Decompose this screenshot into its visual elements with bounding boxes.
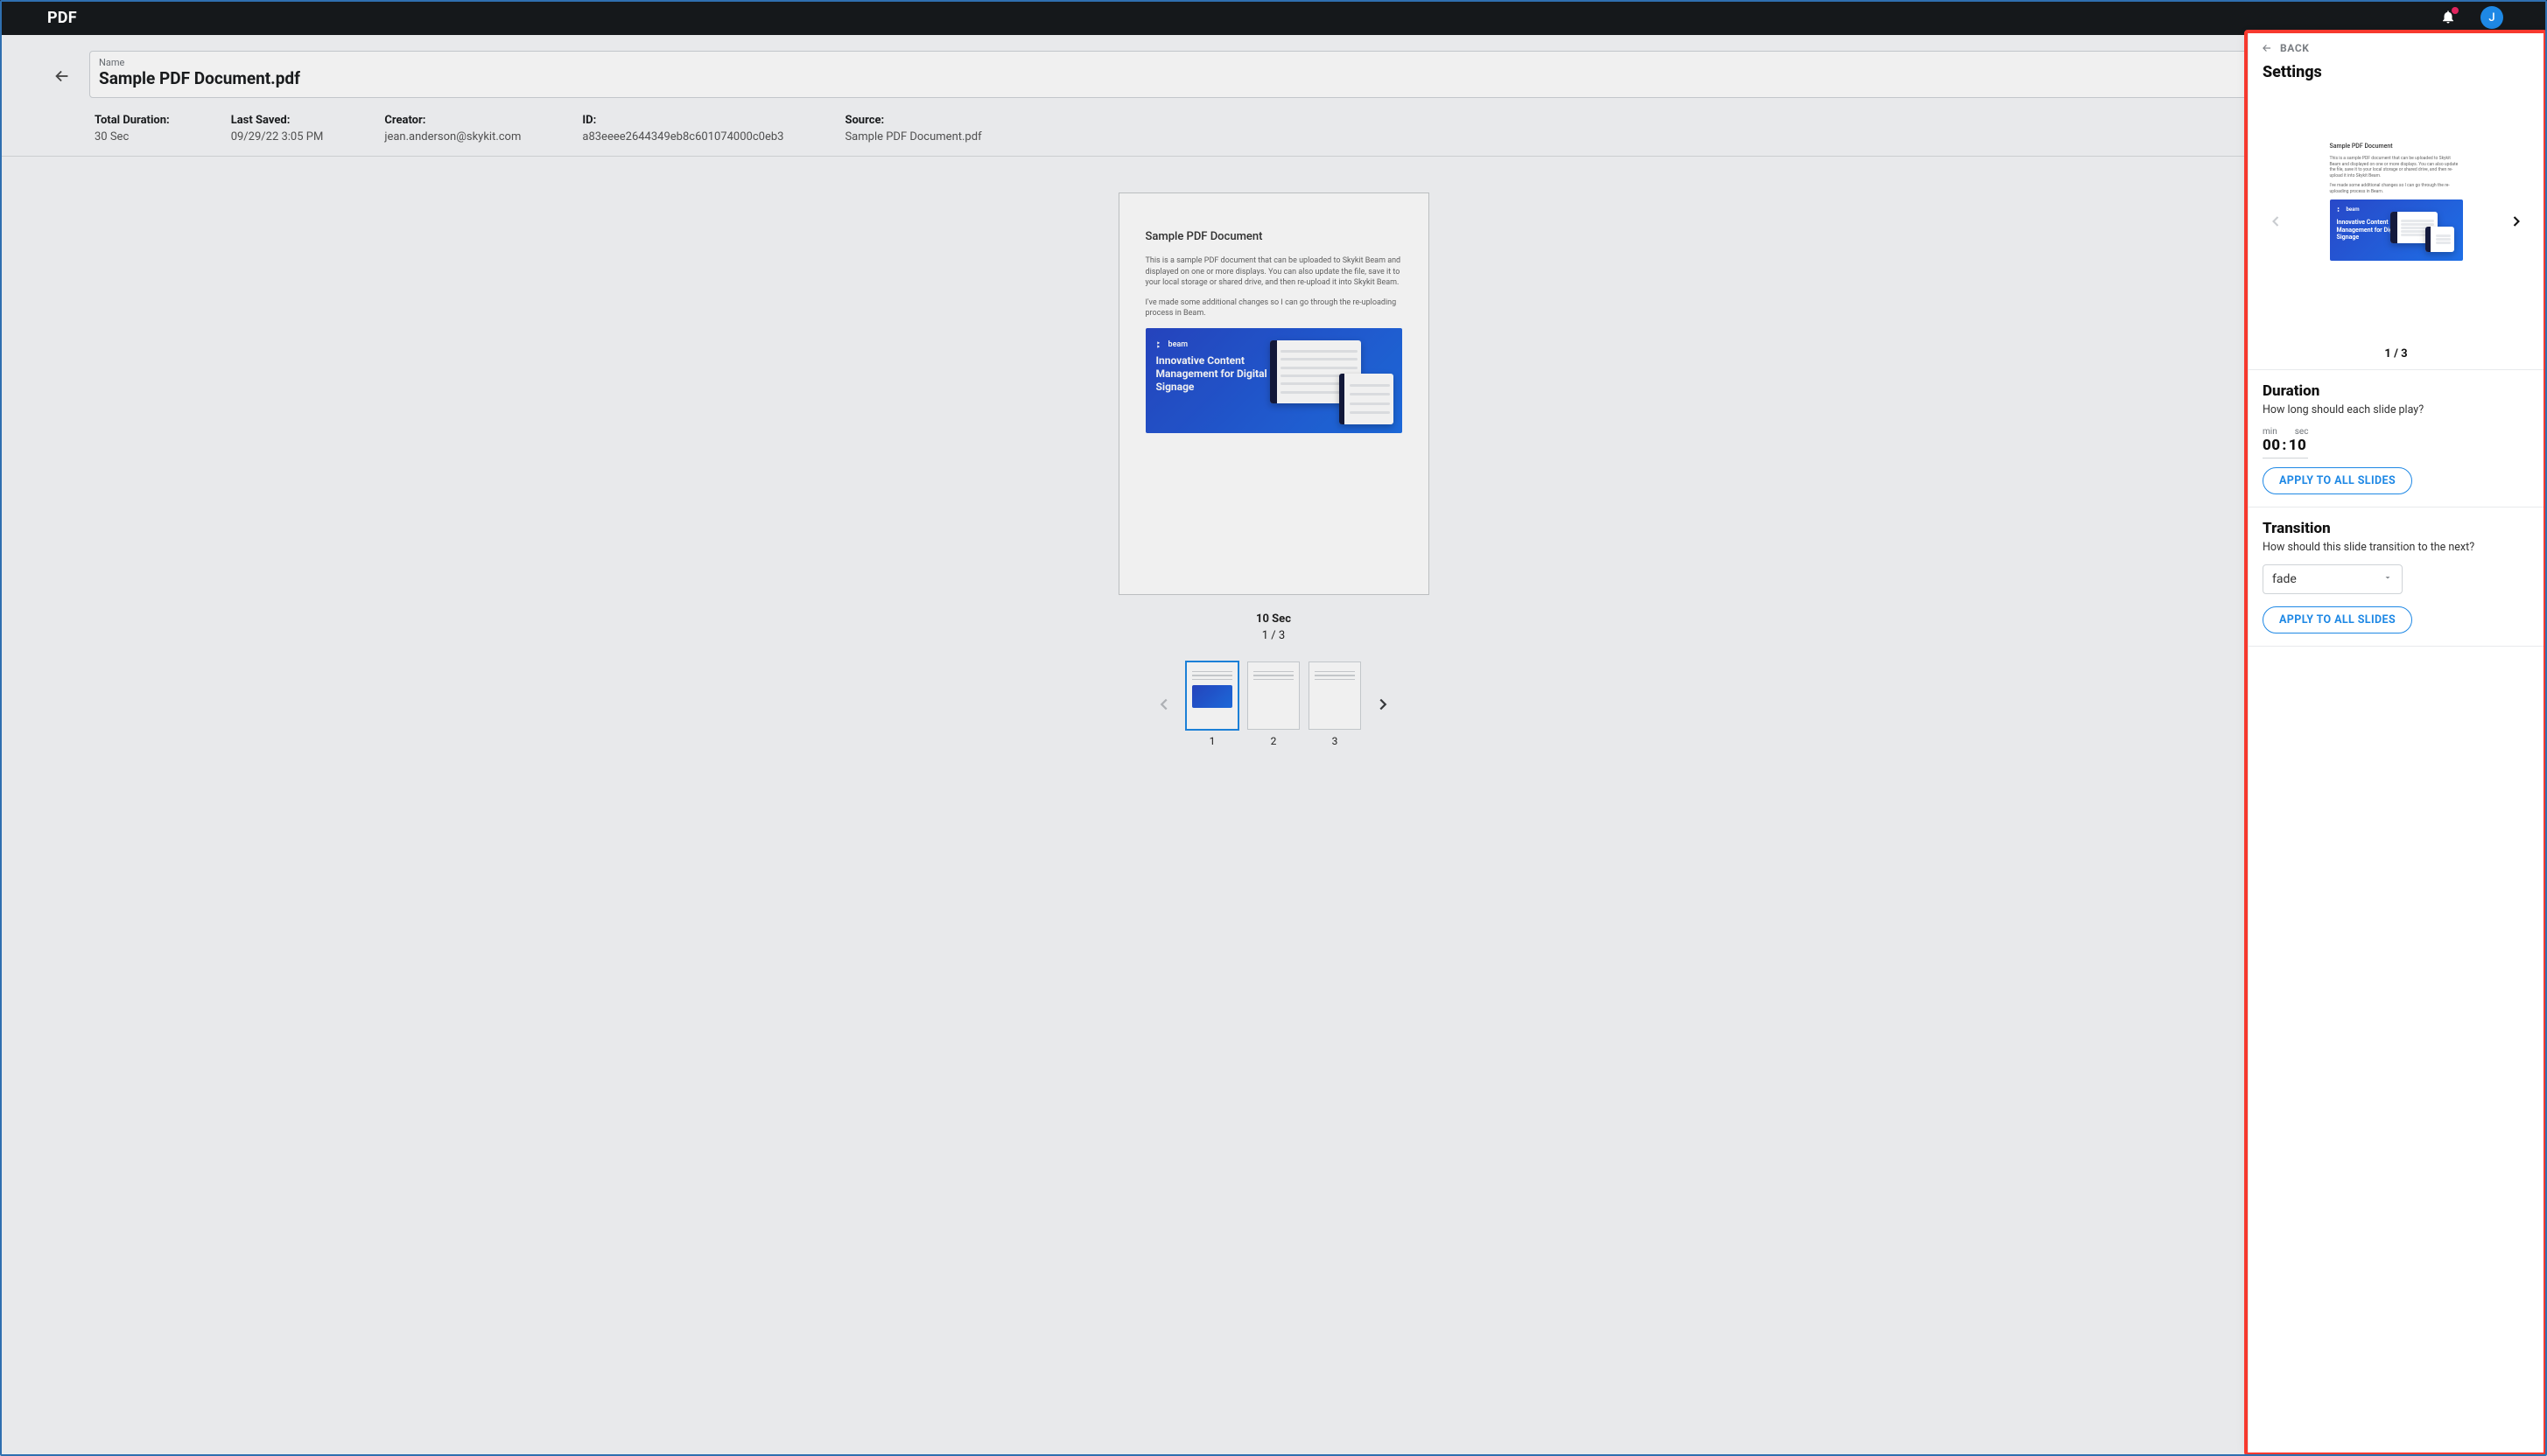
chevron-right-icon [2508,213,2525,230]
thumb-index: 2 [1271,735,1277,747]
app-title: PDF [47,9,77,27]
preview-stage: Sample PDF Document This is a sample PDF… [0,166,2547,1456]
topbar: PDF J [0,0,2547,35]
meta-label: Last Saved: [231,114,324,127]
doc-title: Sample PDF Document [2330,143,2463,150]
duration-sub: How long should each slide play? [2263,403,2529,416]
panel-back-label: BACK [2280,42,2310,54]
sec-label: sec [2295,427,2309,437]
name-value: Sample PDF Document.pdf [99,68,2485,88]
meta-source: Source: Sample PDF Document.pdf [845,114,981,144]
meta-label: ID: [582,114,783,127]
chevron-left-icon [2267,213,2284,230]
panel-title: Settings [2249,58,2543,92]
thumb-2[interactable]: 2 [1247,662,1300,747]
promo-brand-text: beam [1168,340,1189,349]
meta-creator: Creator: jean.anderson@skykit.com [384,114,521,144]
main-area: Name Sample PDF Document.pdf Total Durat… [0,35,2547,1456]
transition-select[interactable]: fade [2263,564,2403,594]
meta-value: jean.anderson@skykit.com [384,130,521,144]
meta-value: 09/29/22 3:05 PM [231,130,324,144]
arrow-left-icon [2261,42,2273,54]
notifications-button[interactable] [2440,9,2458,26]
min-label: min [2263,427,2277,437]
meta-total-duration: Total Duration: 30 Sec [95,114,170,144]
panel-preview-index: 1 / 3 [2249,347,2543,360]
duration-heading: Duration [2263,382,2529,400]
brand-icon [1156,340,1165,349]
promo-banner: beam Innovative Content Management for D… [1146,328,1402,433]
thumb-3[interactable]: 3 [1309,662,1361,747]
promo-brand-text: beam [2347,206,2360,214]
header-area: Name Sample PDF Document.pdf [0,35,2547,98]
transition-apply-all-button[interactable]: APPLY TO ALL SLIDES [2263,606,2412,634]
meta-row: Total Duration: 30 Sec Last Saved: 09/29… [0,98,2547,157]
promo-mock-icon [1270,337,1393,424]
meta-value: Sample PDF Document.pdf [845,130,981,144]
transition-section: Transition How should this slide transit… [2249,508,2543,647]
transition-value: fade [2272,572,2297,586]
meta-label: Total Duration: [95,114,170,127]
doc-paragraph: I've made some additional changes so I c… [2330,183,2463,194]
name-label: Name [99,57,2485,68]
preview-next-button[interactable] [2503,208,2529,234]
meta-last-saved: Last Saved: 09/29/22 3:05 PM [231,114,324,144]
user-avatar[interactable]: J [2480,6,2503,29]
promo-banner: beam Innovative Content Management for D… [2330,200,2463,261]
doc-paragraph: I've made some additional changes so I c… [1146,298,1402,319]
chevron-left-icon [1154,695,1174,714]
brand-icon [2337,206,2343,213]
page-preview: Sample PDF Document This is a sample PDF… [1119,192,1429,595]
meta-label: Creator: [384,114,521,127]
thumb-index: 3 [1332,735,1338,747]
promo-headline: Innovative Content Management for Digita… [1156,354,1286,394]
page-duration-caption: 10 Sec [1256,612,1291,626]
thumb-prev-button[interactable] [1151,691,1177,718]
duration-section: Duration How long should each slide play… [2249,370,2543,508]
panel-back-button[interactable]: BACK [2249,33,2543,58]
panel-preview-section: Sample PDF Document This is a sample PDF… [2249,92,2543,370]
arrow-left-icon [53,66,72,86]
meta-value: 30 Sec [95,130,170,144]
panel-page-preview: Sample PDF Document This is a sample PDF… [2321,129,2472,279]
duration-apply-all-button[interactable]: APPLY TO ALL SLIDES [2263,467,2412,494]
chevron-right-icon [1373,695,1393,714]
meta-id: ID: a83eeee2644349eb8c601074000c0eb3 [582,114,783,144]
settings-panel: BACK Settings Sample PDF Document This i… [2248,33,2543,1452]
min-value: 00 [2263,437,2280,454]
doc-title: Sample PDF Document [1146,230,1402,243]
transition-sub: How should this slide transition to the … [2263,541,2529,554]
preview-prev-button[interactable] [2263,208,2289,234]
promo-mock-icon [2390,208,2454,252]
notification-dot-icon [2452,7,2459,14]
page-index: 1 / 3 [1262,629,1285,642]
thumb-1[interactable]: 1 [1186,662,1238,747]
meta-value: a83eeee2644349eb8c601074000c0eb3 [582,130,783,144]
duration-input[interactable]: 00 : 10 [2263,437,2529,454]
thumb-index: 1 [1210,735,1216,747]
thumb-next-button[interactable] [1370,691,1396,718]
thumbnail-row: 1 2 3 [1151,662,1396,747]
back-arrow-button[interactable] [53,66,74,88]
caret-down-icon [2382,572,2393,586]
sec-value: 10 [2289,437,2306,454]
doc-paragraph: This is a sample PDF document that can b… [1146,256,1402,289]
doc-paragraph: This is a sample PDF document that can b… [2330,156,2463,178]
name-field[interactable]: Name Sample PDF Document.pdf [89,51,2494,98]
meta-label: Source: [845,114,981,127]
transition-heading: Transition [2263,520,2529,537]
